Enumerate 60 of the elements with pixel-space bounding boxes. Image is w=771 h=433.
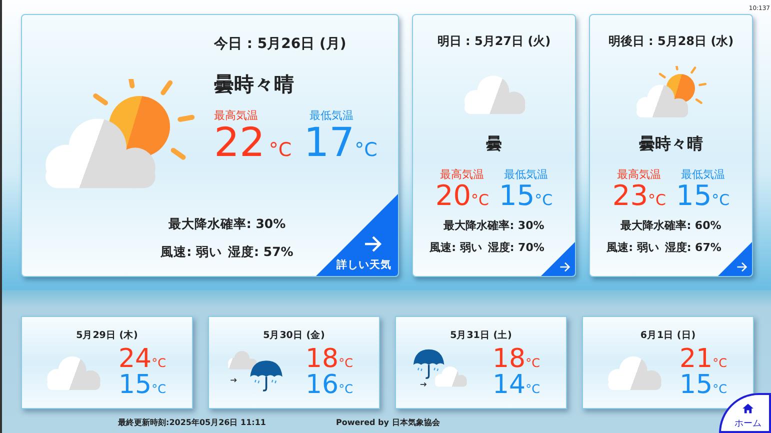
details-link[interactable]: 詳しい天気: [316, 194, 398, 276]
temperature-unit: °C: [152, 356, 166, 370]
home-icon: [742, 403, 754, 414]
date-heading: 明日 : 5月27日 (火): [437, 33, 551, 50]
wind-speed: 風速: 弱い: [430, 240, 482, 255]
temperature-unit: °C: [152, 382, 166, 396]
date-label: 5月29日 (木): [75, 329, 139, 342]
temperature-unit: °C: [712, 382, 727, 396]
high-temp-label: 最高気温: [439, 167, 486, 182]
low-temperature: 15: [680, 372, 713, 398]
humidity: 湿度: 70%: [488, 240, 544, 255]
wind-speed: 風速: 弱い: [160, 244, 222, 261]
temperature-unit: °C: [526, 382, 540, 396]
low-temperature: 15: [676, 182, 712, 210]
date-heading: 明後日 : 5月28日 (水): [608, 33, 734, 50]
last-updated-text: 最終更新時刻:2025年05月26日 11:11: [118, 417, 266, 428]
high-temp-label: 最高気温: [616, 167, 662, 182]
low-temp-label: 最低気温: [502, 167, 549, 182]
low-temperature: 15: [499, 182, 535, 210]
temperature-unit: °C: [534, 191, 553, 209]
temperature-unit: °C: [268, 139, 292, 161]
arrow-icon: [736, 261, 748, 273]
arrow-icon: [363, 234, 383, 254]
precipitation-chance: 最大降水確率: 60%: [620, 218, 722, 233]
high-temp-label: 最高気温: [214, 108, 259, 123]
temperature-unit: °C: [338, 382, 353, 396]
temperature-unit: °C: [648, 191, 666, 209]
temperature-unit: °C: [526, 356, 540, 370]
high-temperature: 21: [680, 346, 713, 372]
temperature-unit: °C: [354, 139, 378, 161]
date-label: 5月31日 (土): [449, 329, 513, 342]
high-temperature: 22: [214, 123, 265, 163]
weather-condition: 曇時々晴: [214, 71, 295, 98]
high-temperature: 20: [435, 182, 472, 210]
low-temperature: 17: [304, 123, 355, 163]
low-temperature: 16: [306, 372, 339, 398]
high-temperature: 18: [492, 346, 526, 372]
low-temp-label: 最低気温: [310, 108, 355, 123]
low-temp-label: 最低気温: [680, 167, 726, 182]
weather-condition: 曇: [486, 134, 502, 155]
date-heading: 今日 : 5月26日 (月): [214, 35, 348, 53]
powered-by-text: Powered by 日本気象協会: [336, 417, 440, 428]
temperature-unit: °C: [471, 191, 489, 209]
weather-condition: 曇時々晴: [639, 134, 703, 155]
precipitation-chance: 最大降水確率: 30%: [442, 218, 546, 233]
humidity: 湿度: 57%: [228, 244, 294, 261]
date-label: 6月1日 (日): [639, 329, 697, 342]
high-temperature: 24: [118, 346, 152, 372]
high-temperature: 23: [612, 182, 648, 210]
precipitation-chance: 最大降水確率: 30%: [167, 216, 287, 233]
temperature-unit: °C: [712, 356, 727, 370]
humidity: 湿度: 67%: [664, 240, 722, 255]
high-temperature: 18: [306, 346, 339, 372]
low-temperature: 15: [118, 372, 152, 398]
wind-speed: 風速: 弱い: [606, 240, 659, 255]
arrow-icon: [559, 261, 571, 273]
date-label: 5月30日 (金): [262, 329, 326, 342]
temperature-unit: °C: [712, 191, 730, 209]
temperature-unit: °C: [338, 356, 353, 370]
low-temperature: 14: [492, 372, 526, 398]
